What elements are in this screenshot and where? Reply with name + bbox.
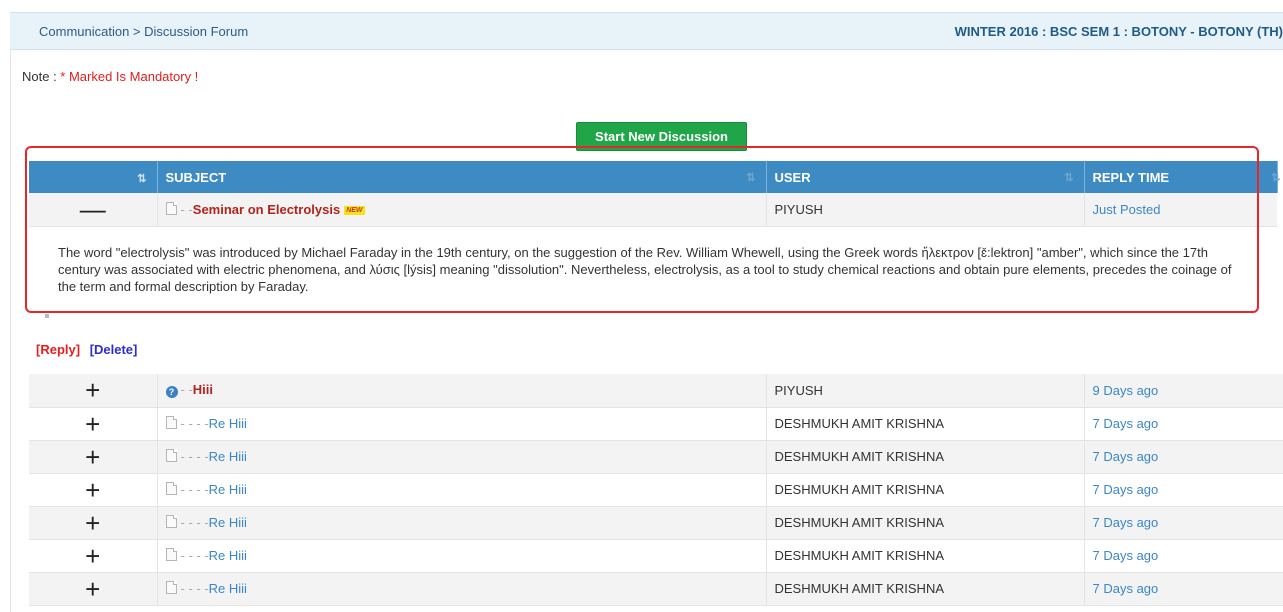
expand-toggle[interactable]: + bbox=[29, 572, 157, 606]
reply-time-header-label: REPLY TIME bbox=[1092, 169, 1170, 185]
delete-link[interactable]: [Delete] bbox=[90, 342, 138, 357]
note-label: Note : bbox=[22, 69, 61, 84]
table-row[interactable]: + - - - -Re Hiii DESHMUKH AMIT KRISHNA 7 Da… bbox=[29, 572, 1283, 606]
thread-user: DESHMUKH AMIT KRISHNA bbox=[765, 506, 1084, 540]
thread-time: 9 Days ago bbox=[1083, 374, 1283, 408]
table-row[interactable]: + - - - -Re Hiii DESHMUKH AMIT KRISHNA 7 Da… bbox=[29, 539, 1283, 573]
thread-time: 7 Days ago bbox=[1083, 572, 1283, 606]
divider-marker bbox=[45, 314, 49, 318]
thread-time: 7 Days ago bbox=[1083, 506, 1283, 540]
table-row[interactable]: + - - - -Re Hiii DESHMUKH AMIT KRISHNA 7 Da… bbox=[29, 407, 1283, 441]
thread-user: DESHMUKH AMIT KRISHNA bbox=[765, 440, 1084, 474]
thread-prefix: - - - - bbox=[180, 416, 209, 431]
thread-subject[interactable]: Re Hiii bbox=[209, 581, 247, 596]
thread-user: DESHMUKH AMIT KRISHNA bbox=[765, 572, 1084, 606]
thread-prefix: - - - - bbox=[180, 581, 209, 596]
thread-subject-cell[interactable]: ? - -Hiii bbox=[156, 374, 766, 408]
course-title: WINTER 2016 : BSC SEM 1 : BOTONY - BOTON… bbox=[954, 24, 1283, 39]
document-icon bbox=[165, 449, 177, 462]
thread-time: 7 Days ago bbox=[1083, 473, 1283, 507]
threads-table: +? - -Hiii PIYUSH 9 Days ago + - - - -Re Hiii… bbox=[29, 374, 1283, 606]
table-row-expanded[interactable]: — - -Seminar on Electrolysis NEW PIYUSH J… bbox=[29, 193, 1277, 227]
expand-toggle[interactable]: + bbox=[29, 374, 157, 408]
expand-toggle[interactable]: + bbox=[29, 539, 157, 573]
expand-toggle[interactable]: + bbox=[29, 506, 157, 540]
thread-subject[interactable]: Re Hiii bbox=[209, 548, 247, 563]
thread-subject-cell[interactable]: - - - -Re Hiii bbox=[156, 539, 766, 573]
expand-toggle[interactable]: + bbox=[29, 440, 157, 474]
table-header: ⇅ SUBJECT ⇅ USER ⇅ REPLY TIME ⇅ bbox=[29, 161, 1281, 193]
thread-subject[interactable]: Seminar on Electrolysis bbox=[193, 202, 340, 217]
sort-icon: ⇅ bbox=[1271, 172, 1281, 184]
thread-subject-cell[interactable]: - - - -Re Hiii bbox=[156, 440, 766, 474]
document-icon bbox=[165, 581, 177, 594]
thread-actions: [Reply] [Delete] bbox=[36, 342, 137, 357]
thread-subject[interactable]: Hiii bbox=[193, 382, 213, 397]
toggle-column-header[interactable]: ⇅ bbox=[29, 161, 158, 193]
expand-toggle[interactable]: + bbox=[29, 407, 157, 441]
table-row[interactable]: + - - - -Re Hiii DESHMUKH AMIT KRISHNA 7 Da… bbox=[29, 506, 1283, 540]
sort-icon: ⇅ bbox=[1064, 172, 1074, 184]
sort-icon: ⇅ bbox=[746, 172, 756, 184]
thread-time: 7 Days ago bbox=[1083, 440, 1283, 474]
thread-subject-cell[interactable]: - -Seminar on Electrolysis NEW bbox=[156, 193, 766, 227]
thread-time: 7 Days ago bbox=[1083, 407, 1283, 441]
thread-prefix: - - - - bbox=[180, 482, 209, 497]
breadcrumb[interactable]: Communication > Discussion Forum bbox=[39, 24, 248, 39]
subject-header-label: SUBJECT bbox=[165, 169, 227, 185]
thread-user: DESHMUKH AMIT KRISHNA bbox=[765, 539, 1084, 573]
sort-icon: ⇅ bbox=[137, 172, 147, 185]
mandatory-note: Note : * Marked Is Mandatory ! bbox=[22, 69, 198, 84]
collapse-toggle[interactable]: — bbox=[29, 193, 157, 227]
subject-column-header[interactable]: SUBJECT ⇅ bbox=[157, 161, 767, 193]
new-badge: NEW bbox=[344, 205, 365, 215]
thread-user: PIYUSH bbox=[765, 374, 1084, 408]
thread-subject-cell[interactable]: - - - -Re Hiii bbox=[156, 572, 766, 606]
thread-prefix: - - - - bbox=[180, 515, 209, 530]
document-icon bbox=[165, 482, 177, 495]
user-header-label: USER bbox=[774, 169, 811, 185]
thread-subject-cell[interactable]: - - - -Re Hiii bbox=[156, 506, 766, 540]
thread-user: DESHMUKH AMIT KRISHNA bbox=[765, 407, 1084, 441]
note-mandatory-text: * Marked Is Mandatory ! bbox=[60, 69, 199, 84]
reply-time-column-header[interactable]: REPLY TIME ⇅ bbox=[1084, 161, 1281, 193]
thread-prefix: - - - - bbox=[180, 548, 209, 563]
table-row[interactable]: +? - -Hiii PIYUSH 9 Days ago bbox=[29, 374, 1283, 408]
thread-user: DESHMUKH AMIT KRISHNA bbox=[765, 473, 1084, 507]
reply-link[interactable]: [Reply] bbox=[36, 342, 80, 357]
thread-time: 7 Days ago bbox=[1083, 539, 1283, 573]
start-new-discussion-button[interactable]: Start New Discussion bbox=[576, 122, 747, 151]
document-icon bbox=[165, 548, 177, 561]
thread-subject[interactable]: Re Hiii bbox=[209, 515, 247, 530]
document-icon bbox=[165, 416, 177, 429]
user-column-header[interactable]: USER ⇅ bbox=[766, 161, 1085, 193]
thread-subject[interactable]: Re Hiii bbox=[209, 416, 247, 431]
thread-prefix: - - bbox=[180, 201, 193, 217]
expand-toggle[interactable]: + bbox=[29, 473, 157, 507]
document-icon bbox=[165, 201, 177, 215]
help-icon: ? bbox=[165, 386, 178, 399]
thread-time: Just Posted bbox=[1083, 193, 1277, 227]
thread-subject-cell[interactable]: - - - -Re Hiii bbox=[156, 473, 766, 507]
discussion-table: ⇅ SUBJECT ⇅ USER ⇅ REPLY TIME ⇅ — - -Semina… bbox=[29, 161, 1281, 227]
thread-subject[interactable]: Re Hiii bbox=[209, 449, 247, 464]
table-row[interactable]: + - - - -Re Hiii DESHMUKH AMIT KRISHNA 7 Da… bbox=[29, 440, 1283, 474]
document-icon bbox=[165, 515, 177, 528]
thread-subject-cell[interactable]: - - - -Re Hiii bbox=[156, 407, 766, 441]
page-left-border bbox=[10, 50, 11, 612]
thread-prefix: - - bbox=[180, 382, 193, 398]
thread-subject[interactable]: Re Hiii bbox=[209, 482, 247, 497]
table-row[interactable]: + - - - -Re Hiii DESHMUKH AMIT KRISHNA 7 Da… bbox=[29, 473, 1283, 507]
thread-description: The word "electrolysis" was introduced b… bbox=[58, 245, 1232, 294]
thread-user: PIYUSH bbox=[765, 193, 1084, 227]
top-bar: Communication > Discussion Forum WINTER … bbox=[10, 12, 1283, 50]
thread-prefix: - - - - bbox=[180, 449, 209, 464]
